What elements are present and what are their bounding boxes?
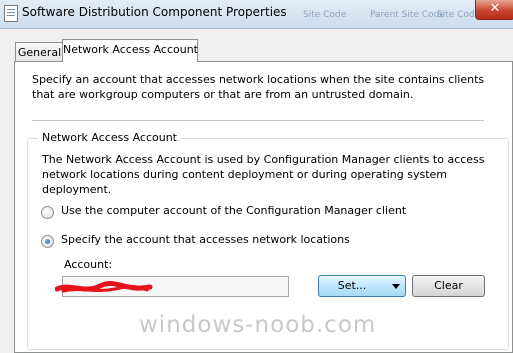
- group-description: The Network Access Account is used by Co…: [42, 153, 485, 196]
- account-label: Account:: [64, 258, 113, 271]
- window-title: Software Distribution Component Properti…: [22, 5, 287, 19]
- page-description: Specify an account that accesses network…: [32, 73, 485, 101]
- clear-button-label: Clear: [434, 279, 463, 292]
- background-tab-label: Parent Site Code: [370, 10, 445, 20]
- redaction-scribble: [55, 280, 153, 293]
- tab-network-access-account[interactable]: Network Access Account: [62, 39, 198, 62]
- background-tab-label: Site Code: [303, 10, 347, 20]
- specify-account-radio-label[interactable]: Specify the account that accesses networ…: [61, 233, 350, 246]
- tab-general[interactable]: General: [15, 42, 64, 62]
- tab-label: Network Access Account: [63, 43, 198, 56]
- chevron-down-icon[interactable]: [392, 284, 400, 289]
- background-tab-label: Site Code: [437, 10, 481, 20]
- group-title: Network Access Account: [38, 131, 181, 144]
- set-button[interactable]: Set...: [318, 275, 406, 297]
- close-icon: ✕: [489, 1, 501, 16]
- title-bar: Software Distribution Component Properti…: [0, 0, 513, 29]
- tab-label: General: [17, 46, 62, 59]
- clear-button[interactable]: Clear: [412, 275, 485, 297]
- close-button[interactable]: ✕: [475, 0, 513, 20]
- specify-account-radio[interactable]: [41, 235, 54, 248]
- computer-account-radio-label[interactable]: Use the computer account of the Configur…: [61, 204, 406, 217]
- watermark: windows-noob.com: [139, 312, 377, 338]
- set-button-label: Set...: [337, 279, 367, 292]
- computer-account-radio[interactable]: [41, 206, 54, 219]
- properties-document-icon: [4, 5, 18, 22]
- divider: [32, 120, 484, 121]
